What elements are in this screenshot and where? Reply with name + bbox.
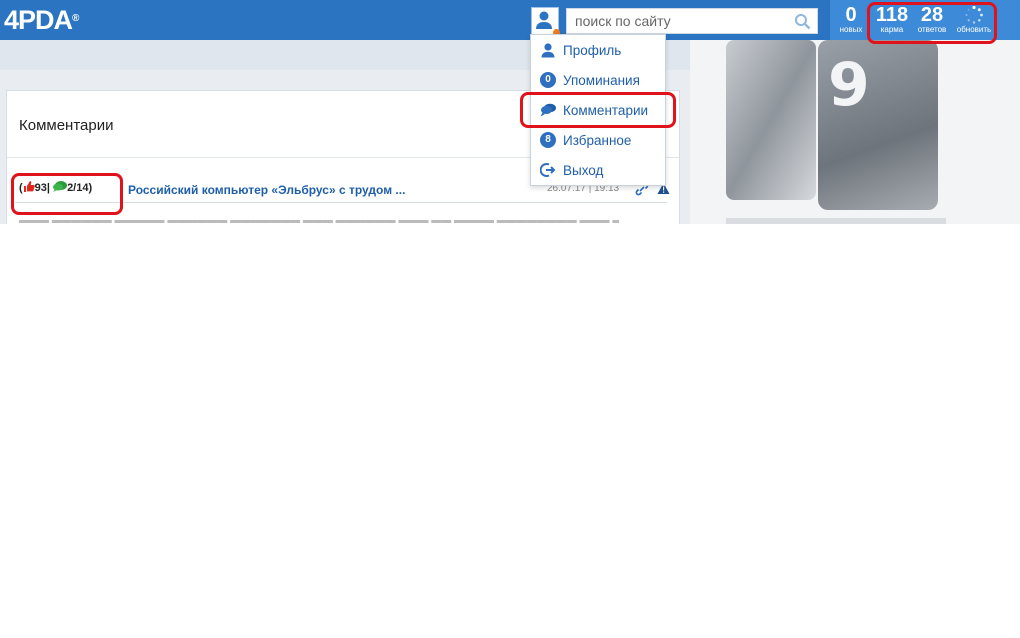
screenshot-area: 9 Комментарии ( 93| 2/14) Российский ком… (0, 0, 1020, 224)
search-icon[interactable] (794, 13, 811, 30)
logo-text: 4PDA (4, 5, 73, 35)
user-icon (541, 43, 555, 58)
new-label: новых (839, 25, 863, 34)
menu-item-favorites[interactable]: 8 Избранное (531, 126, 665, 154)
advertisement-banner[interactable]: 9 (690, 40, 1020, 224)
panel-title: Комментарии (19, 117, 114, 134)
comment-preview-text: ▬▬▬ ▬▬▬▬▬▬ ▬▬▬▬▬ ▬▬▬▬▬▬ ▬▬▬▬▬▬▬ ▬▬▬ ▬▬▬▬… (19, 215, 619, 224)
favorites-count-badge: 8 (540, 132, 556, 148)
new-counter[interactable]: 0 новых (838, 5, 864, 34)
site-logo[interactable]: 4PDA® (4, 5, 79, 35)
menu-item-profile[interactable]: Профиль (531, 36, 665, 64)
logo-mark: ® (72, 13, 79, 24)
menu-item-label: Выход (563, 163, 604, 178)
ad-caption-bar (726, 218, 946, 224)
comments-menu-highlight (520, 92, 676, 128)
menu-item-logout[interactable]: Выход (531, 156, 665, 184)
ad-phone-image (726, 40, 816, 200)
menu-item-label: Избранное (563, 133, 632, 148)
menu-item-mentions[interactable]: 0 Упоминания (531, 66, 665, 94)
comment-article-link[interactable]: Российский компьютер «Эльбрус» с трудом … (128, 183, 405, 197)
ad-logo: 9 (828, 50, 870, 120)
site-search[interactable] (566, 8, 818, 34)
new-count: 0 (845, 4, 857, 26)
menu-item-label: Упоминания (563, 73, 640, 88)
mentions-count-badge: 0 (540, 72, 556, 88)
comment-stats-highlight (11, 173, 123, 215)
counters-highlight (867, 2, 997, 44)
user-icon (536, 11, 552, 29)
logout-icon (540, 163, 556, 177)
user-menu-button[interactable] (531, 7, 560, 36)
search-input[interactable] (567, 9, 803, 33)
menu-item-label: Профиль (563, 43, 622, 58)
